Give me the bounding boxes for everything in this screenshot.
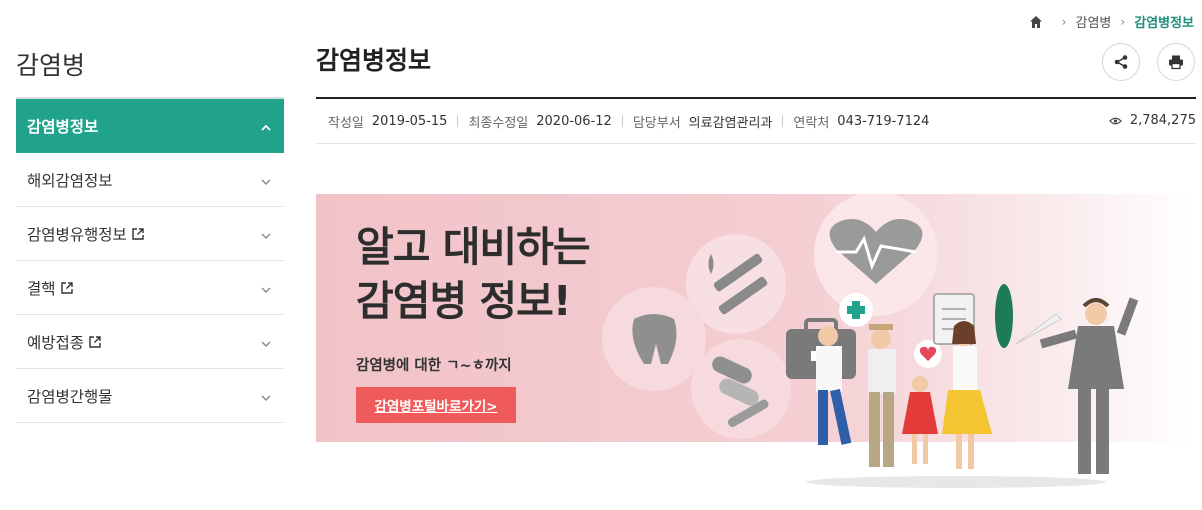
sidebar-title: 감염병 xyxy=(16,51,86,80)
banner-headline: 알고 대비하는 감염병 정보! xyxy=(356,220,656,328)
contact-value: 043-719-7124 xyxy=(837,113,930,129)
breadcrumb-item[interactable]: 감염병 xyxy=(1075,12,1111,31)
eye-icon xyxy=(1108,117,1122,124)
sidebar-menu: 감염병정보 해외감염정보 감염병유행정보 결핵 예방접종 감염병간행물 xyxy=(16,97,284,423)
sidebar-item-overseas-info[interactable]: 해외감염정보 xyxy=(16,153,284,207)
share-icon xyxy=(1114,55,1128,69)
promo-banner: 알고 대비하는 감염병 정보! 감염병에 대한 ㄱ~ㅎ까지 감염병포털바로가기> xyxy=(316,194,1196,494)
meta-info-bar: 작성일 2019-05-15 최종수정일 2020-06-12 담당부서 의료감… xyxy=(316,97,1196,144)
chevron-right-icon: › xyxy=(1061,14,1067,29)
contact-label: 연락처 xyxy=(793,115,830,131)
breadcrumb-current: 감염병정보 xyxy=(1134,16,1194,31)
chevron-up-icon xyxy=(260,120,272,132)
chevron-down-icon xyxy=(260,282,272,294)
external-link-icon xyxy=(60,281,74,295)
modified-date: 2020-06-12 xyxy=(536,113,612,129)
sidebar-item-label: 감염병유행정보 xyxy=(27,225,127,244)
chevron-right-icon: › xyxy=(1120,14,1126,29)
sidebar-item-tuberculosis[interactable]: 결핵 xyxy=(16,261,284,315)
sidebar-item-label: 해외감염정보 xyxy=(27,171,113,190)
divider xyxy=(621,115,623,127)
sidebar-item-label: 감염병정보 xyxy=(27,118,99,136)
sidebar-item-vaccination[interactable]: 예방접종 xyxy=(16,315,284,369)
page-title: 감염병정보 xyxy=(316,46,432,75)
divider xyxy=(782,115,784,127)
banner-headline-line2: 감염병 정보! xyxy=(356,277,572,325)
created-label: 작성일 xyxy=(328,115,364,131)
external-link-icon xyxy=(131,227,145,241)
sidebar-item-publications[interactable]: 감염병간행물 xyxy=(16,369,284,423)
created-date: 2019-05-15 xyxy=(371,113,448,129)
sidebar-item-label: 감염병간행물 xyxy=(27,387,113,406)
home-icon[interactable] xyxy=(1029,15,1043,29)
share-button[interactable] xyxy=(1102,43,1140,81)
external-link-icon xyxy=(88,335,102,349)
sidebar-item-infectious-disease-info[interactable]: 감염병정보 xyxy=(16,99,284,153)
print-icon xyxy=(1169,55,1183,70)
banner-headline-line1: 알고 대비하는 xyxy=(356,223,591,271)
print-button[interactable] xyxy=(1157,43,1195,81)
banner-subtitle: 감염병에 대한 ㄱ~ㅎ까지 xyxy=(356,358,512,374)
dept-value: 의료감염관리과 xyxy=(688,115,773,131)
sidebar-item-epidemic-info[interactable]: 감염병유행정보 xyxy=(16,207,284,261)
sidebar-item-label: 결핵 xyxy=(27,279,56,298)
chevron-down-icon xyxy=(260,336,272,348)
chevron-down-icon xyxy=(260,174,272,186)
divider xyxy=(457,115,459,127)
breadcrumb: › 감염병 › 감염병정보 xyxy=(1029,12,1194,31)
chevron-down-icon xyxy=(260,228,272,240)
sidebar-item-label: 예방접종 xyxy=(27,333,85,352)
view-count-value: 2,784,275 xyxy=(1129,113,1196,128)
chevron-down-icon xyxy=(260,390,272,402)
portal-link-button[interactable]: 감염병포털바로가기> xyxy=(356,387,516,423)
dept-label: 담당부서 xyxy=(632,115,681,131)
modified-label: 최종수정일 xyxy=(468,115,529,131)
view-count: 2,784,275 xyxy=(1108,113,1196,128)
